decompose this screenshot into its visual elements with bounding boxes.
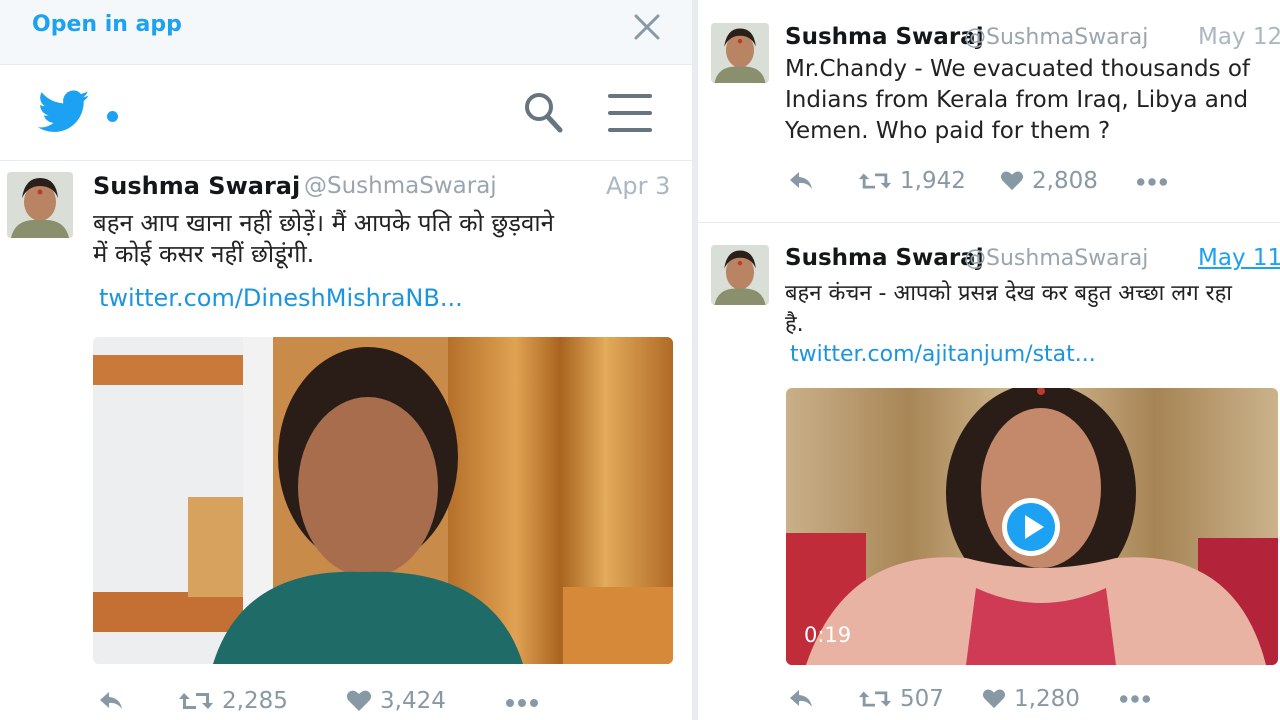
author-name[interactable]: Sushma Swaraj xyxy=(93,172,300,200)
tweet-video[interactable]: 0:19 xyxy=(786,388,1278,665)
right-screenshot-panel: Sushma Swaraj @SushmaSwaraj May 12 Mr.Ch… xyxy=(698,0,1280,720)
like-button[interactable]: 3,424 xyxy=(346,688,446,714)
hamburger-menu-icon[interactable] xyxy=(606,92,654,134)
retweet-count: 507 xyxy=(900,686,944,712)
avatar[interactable] xyxy=(711,245,769,305)
retweet-icon xyxy=(179,693,213,709)
tweet-text-line: Mr.Chandy - We evacuated thousands of xyxy=(785,56,1251,82)
retweet-button[interactable]: 1,942 xyxy=(858,168,966,194)
heart-icon xyxy=(346,690,372,711)
more-dots-icon[interactable] xyxy=(1136,177,1168,187)
notification-dot xyxy=(107,111,118,122)
heart-icon xyxy=(1000,171,1024,191)
tweet-text: बहन आप खाना नहीं छोड़ें। मैं आपके पति को… xyxy=(93,208,683,270)
author-handle[interactable]: @SushmaSwaraj xyxy=(964,246,1148,271)
more-dots-icon[interactable] xyxy=(1119,694,1151,704)
retweet-icon xyxy=(858,173,892,189)
open-in-app-banner: Open in app xyxy=(0,0,692,65)
tweet-link[interactable]: twitter.com/ajitanjum/stat... xyxy=(790,342,1096,367)
close-icon[interactable] xyxy=(630,10,664,44)
retweet-button[interactable]: 2,285 xyxy=(178,688,288,714)
tweet-separator xyxy=(698,222,1280,223)
author-name[interactable]: Sushma Swaraj xyxy=(785,24,984,50)
tweet-photo[interactable] xyxy=(93,337,673,664)
reply-button[interactable] xyxy=(787,168,823,192)
left-screenshot-panel: Open in app Sushma Swaraj @SushmaSwaraj … xyxy=(0,0,692,720)
tweet-text: बहन कंचन - आपको प्रसन्न देख कर बहुत अच्छ… xyxy=(785,278,1277,340)
more-dots-icon[interactable] xyxy=(505,698,539,708)
reply-button[interactable] xyxy=(787,686,823,710)
tweet-text-line: में कोई कसर नहीं छोडूंगी. xyxy=(93,240,315,268)
twitter-nav-bar xyxy=(0,65,692,161)
reply-icon xyxy=(790,172,812,189)
reply-button[interactable] xyxy=(97,688,133,712)
author-handle[interactable]: @SushmaSwaraj xyxy=(304,173,497,199)
open-in-app-link[interactable]: Open in app xyxy=(32,12,182,37)
retweet-button[interactable]: 507 xyxy=(858,686,944,712)
retweet-count: 2,285 xyxy=(222,688,288,714)
tweet-text-line: है. xyxy=(785,312,804,337)
like-count: 2,808 xyxy=(1032,168,1098,194)
tweet-link[interactable]: twitter.com/DineshMishraNB... xyxy=(99,284,463,312)
heart-icon xyxy=(982,689,1006,709)
avatar[interactable] xyxy=(7,172,73,238)
tweet-text-line: Yemen. Who paid for them ? xyxy=(785,118,1111,144)
tweet-date[interactable]: Apr 3 xyxy=(606,172,670,200)
retweet-count: 1,942 xyxy=(900,168,966,194)
author-handle[interactable]: @SushmaSwaraj xyxy=(964,25,1148,50)
reply-icon xyxy=(790,690,812,707)
like-button[interactable]: 2,808 xyxy=(1000,168,1098,194)
tweet-text: Mr.Chandy - We evacuated thousands of In… xyxy=(785,54,1275,147)
retweet-icon xyxy=(858,691,892,707)
tweet-date[interactable]: May 12 xyxy=(1198,24,1280,50)
tweet-text-line: बहन कंचन - आपको प्रसन्न देख कर बहुत अच्छ… xyxy=(785,281,1232,306)
tweet-text-line: बहन आप खाना नहीं छोड़ें। मैं आपके पति को… xyxy=(93,209,554,237)
author-name[interactable]: Sushma Swaraj xyxy=(785,245,984,271)
search-icon[interactable] xyxy=(522,90,564,134)
like-count: 3,424 xyxy=(380,688,446,714)
play-icon[interactable] xyxy=(1000,496,1062,558)
video-duration: 0:19 xyxy=(804,623,852,647)
tweet-date[interactable]: May 11 xyxy=(1198,245,1280,271)
like-button[interactable]: 1,280 xyxy=(982,686,1080,712)
twitter-bird-icon[interactable] xyxy=(38,90,90,134)
reply-icon xyxy=(100,692,122,709)
tweet-text-line: Indians from Kerala from Iraq, Libya and xyxy=(785,87,1249,113)
avatar[interactable] xyxy=(711,23,769,83)
like-count: 1,280 xyxy=(1014,686,1080,712)
